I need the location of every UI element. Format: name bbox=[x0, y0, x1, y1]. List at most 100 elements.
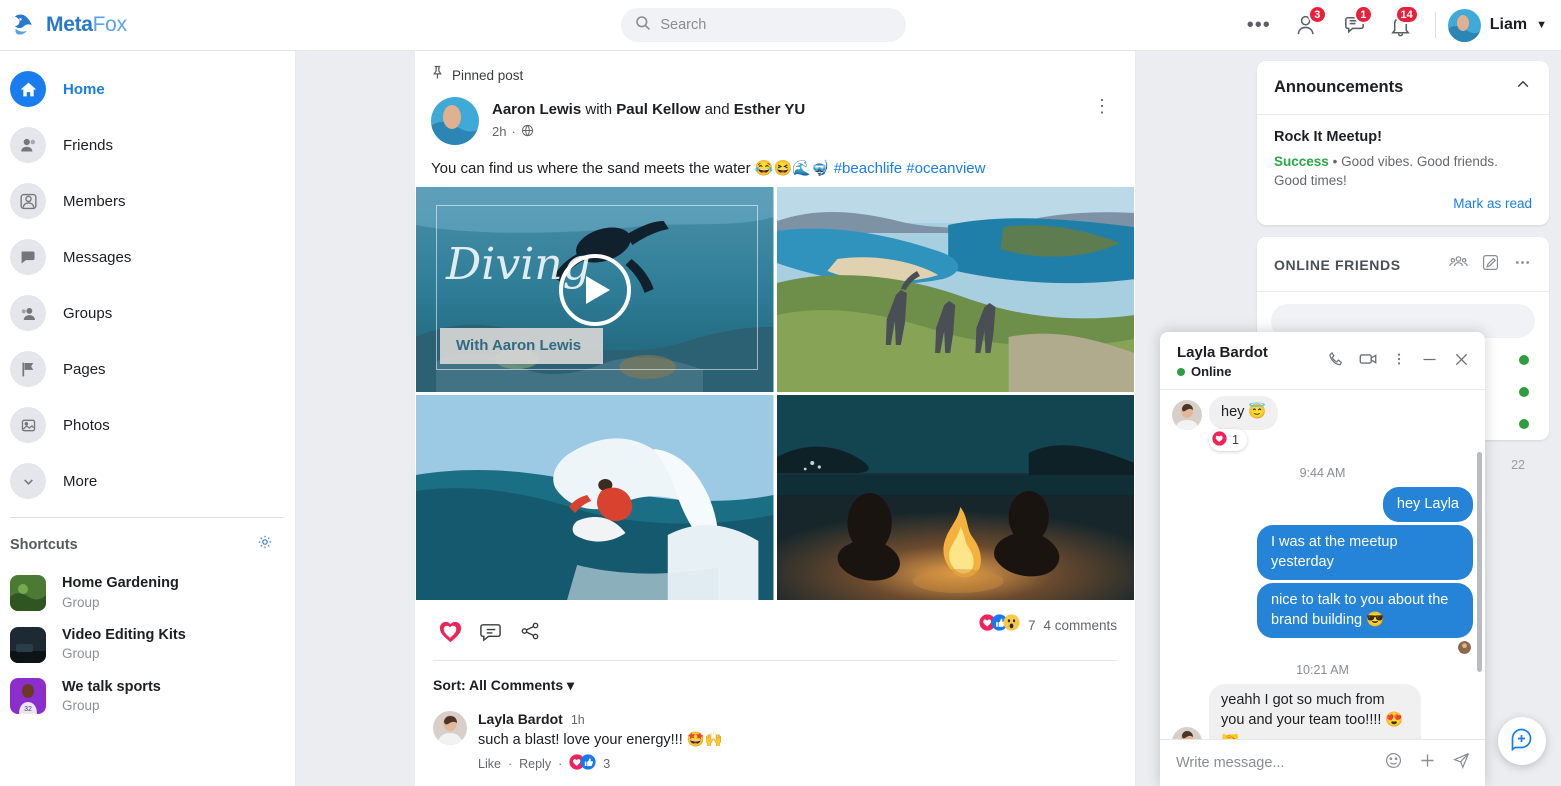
sidebar-label: Friends bbox=[63, 137, 113, 154]
group-people-icon[interactable] bbox=[1449, 253, 1468, 277]
sidebar-item-groups[interactable]: Groups bbox=[0, 285, 295, 341]
online-status-dot bbox=[1519, 355, 1529, 365]
sidebar-item-friends[interactable]: Friends bbox=[0, 117, 295, 173]
pages-flag-icon bbox=[10, 351, 46, 387]
search-input[interactable] bbox=[660, 17, 892, 33]
chevron-up-icon[interactable] bbox=[1514, 76, 1532, 99]
compose-icon[interactable] bbox=[1481, 253, 1500, 277]
chat-message-reaction[interactable]: 1 bbox=[1209, 429, 1247, 451]
close-icon[interactable] bbox=[1452, 350, 1471, 374]
chat-bubble: nice to talk to you about the brand buil… bbox=[1257, 583, 1473, 638]
sidebar-item-members[interactable]: Members bbox=[0, 173, 295, 229]
post-reaction-summary[interactable]: 7 4 comments bbox=[979, 614, 1117, 636]
comment-text: such a blast! love your energy!!! 🤩🙌 bbox=[478, 731, 723, 748]
pinned-label: Pinned post bbox=[452, 68, 523, 83]
play-button-icon[interactable] bbox=[559, 254, 631, 326]
post-photo-coastal[interactable] bbox=[777, 187, 1135, 392]
left-sidebar: Home Friends Members bbox=[0, 51, 295, 786]
brand-logo[interactable]: MetaFox bbox=[0, 10, 295, 40]
video-caption-band: With Aaron Lewis bbox=[440, 328, 603, 364]
sidebar-item-pages[interactable]: Pages bbox=[0, 341, 295, 397]
sidebar-item-messages[interactable]: Messages bbox=[0, 229, 295, 285]
post-action-bar: 7 4 comments bbox=[415, 600, 1135, 660]
share-icon[interactable] bbox=[513, 614, 547, 648]
emoji-icon[interactable] bbox=[1384, 751, 1403, 775]
new-message-button[interactable] bbox=[1498, 717, 1546, 765]
app-root: MetaFox ••• 3 bbox=[0, 0, 1561, 786]
friend-requests-badge: 3 bbox=[1308, 5, 1327, 24]
friend-requests-icon[interactable]: 3 bbox=[1287, 5, 1331, 45]
chat-scrollbar[interactable] bbox=[1477, 452, 1482, 672]
more-vertical-icon[interactable]: ⋮ bbox=[1093, 101, 1111, 112]
tagged-person-2[interactable]: Esther YU bbox=[734, 101, 805, 118]
post-photo-surfer[interactable] bbox=[416, 395, 774, 600]
avatar bbox=[1172, 400, 1202, 430]
avatar[interactable] bbox=[433, 711, 467, 745]
heart-icon[interactable] bbox=[433, 614, 467, 648]
chevron-down-icon[interactable]: ▼ bbox=[1536, 19, 1547, 31]
post-time: 2h bbox=[492, 124, 506, 139]
notifications-icon[interactable]: 14 bbox=[1379, 5, 1423, 45]
svg-text:32: 32 bbox=[24, 706, 32, 713]
comment-author[interactable]: Layla Bardot bbox=[478, 711, 563, 727]
video-camera-icon[interactable] bbox=[1358, 349, 1378, 374]
post-author[interactable]: Aaron Lewis bbox=[492, 101, 581, 118]
header-divider bbox=[1435, 12, 1436, 38]
chat-contact-name[interactable]: Layla Bardot bbox=[1177, 344, 1327, 361]
post-text: You can find us where the sand meets the… bbox=[431, 160, 830, 177]
sort-label: Sort: All Comments bbox=[433, 677, 563, 693]
messages-badge: 1 bbox=[1354, 5, 1373, 24]
shortcut-text: Home Gardening Group bbox=[62, 574, 179, 612]
mark-as-read-row: Mark as read bbox=[1274, 195, 1532, 213]
comment-reply-button[interactable]: Reply bbox=[519, 757, 551, 771]
more-horizontal-icon[interactable] bbox=[1513, 253, 1532, 277]
avatar[interactable] bbox=[431, 97, 479, 145]
chat-message-out: nice to talk to you about the brand buil… bbox=[1172, 583, 1473, 638]
plus-icon[interactable] bbox=[1418, 751, 1437, 775]
search-box[interactable] bbox=[621, 8, 906, 42]
sort-dropdown[interactable]: Sort: All Comments ▾ bbox=[433, 677, 574, 693]
more-vertical-icon[interactable] bbox=[1391, 351, 1407, 372]
sidebar-item-more[interactable]: More bbox=[0, 453, 295, 509]
gear-icon[interactable] bbox=[257, 534, 273, 555]
chat-input-row bbox=[1160, 739, 1485, 786]
send-icon[interactable] bbox=[1452, 751, 1471, 775]
wow-reaction-icon bbox=[1003, 614, 1020, 636]
announcements-title: Announcements bbox=[1274, 78, 1403, 97]
chat-bubble: hey Layla bbox=[1383, 487, 1473, 523]
chat-status-label: Online bbox=[1191, 364, 1231, 379]
header-more-icon[interactable]: ••• bbox=[1233, 15, 1285, 35]
with-word: with bbox=[585, 101, 612, 118]
comment-like-button[interactable]: Like bbox=[478, 757, 501, 771]
post-video-thumbnail[interactable]: Diving With Aaron Lewis bbox=[416, 187, 774, 392]
tagged-person-1[interactable]: Paul Kellow bbox=[616, 101, 700, 118]
chat-message-input[interactable] bbox=[1176, 755, 1384, 771]
messages-icon[interactable]: 1 bbox=[1333, 5, 1377, 45]
chat-message-list[interactable]: hey 😇 1 9:44 AM hey Layla I was at the m… bbox=[1160, 390, 1485, 739]
comment-reaction-pile[interactable] bbox=[569, 754, 596, 773]
shortcut-item-we-talk-sports[interactable]: 32 We talk sports Group bbox=[0, 671, 295, 723]
new-message-icon bbox=[1509, 726, 1535, 757]
shortcut-item-video-editing-kits[interactable]: Video Editing Kits Group bbox=[0, 619, 295, 671]
sidebar-item-home[interactable]: Home bbox=[0, 61, 295, 117]
online-friends-actions bbox=[1449, 253, 1532, 277]
minimize-icon[interactable] bbox=[1420, 350, 1439, 374]
phone-icon[interactable] bbox=[1327, 350, 1345, 373]
post-hashtags[interactable]: #beachlife #oceanview bbox=[834, 160, 986, 177]
mark-as-read-button[interactable]: Mark as read bbox=[1453, 196, 1532, 211]
comment-reaction-count: 3 bbox=[603, 757, 610, 771]
reaction-count: 7 bbox=[1028, 618, 1036, 633]
members-icon bbox=[10, 183, 46, 219]
feed-column: Pinned post Aaron Lewis with Paul Kellow… bbox=[415, 51, 1135, 786]
avatar bbox=[1172, 727, 1202, 739]
post-meta: Aaron Lewis with Paul Kellow and Esther … bbox=[492, 97, 805, 140]
comments-count[interactable]: 4 comments bbox=[1043, 618, 1117, 633]
comment-item: Layla Bardot 1h such a blast! love your … bbox=[415, 703, 1135, 773]
messages-icon bbox=[10, 239, 46, 275]
comment-icon[interactable] bbox=[473, 614, 507, 648]
user-menu[interactable]: Liam ▼ bbox=[1448, 9, 1547, 42]
shortcut-item-home-gardening[interactable]: Home Gardening Group bbox=[0, 567, 295, 619]
post-photo-bonfire[interactable] bbox=[777, 395, 1135, 600]
sidebar-item-photos[interactable]: Photos bbox=[0, 397, 295, 453]
pinned-banner: Pinned post bbox=[415, 51, 1135, 93]
